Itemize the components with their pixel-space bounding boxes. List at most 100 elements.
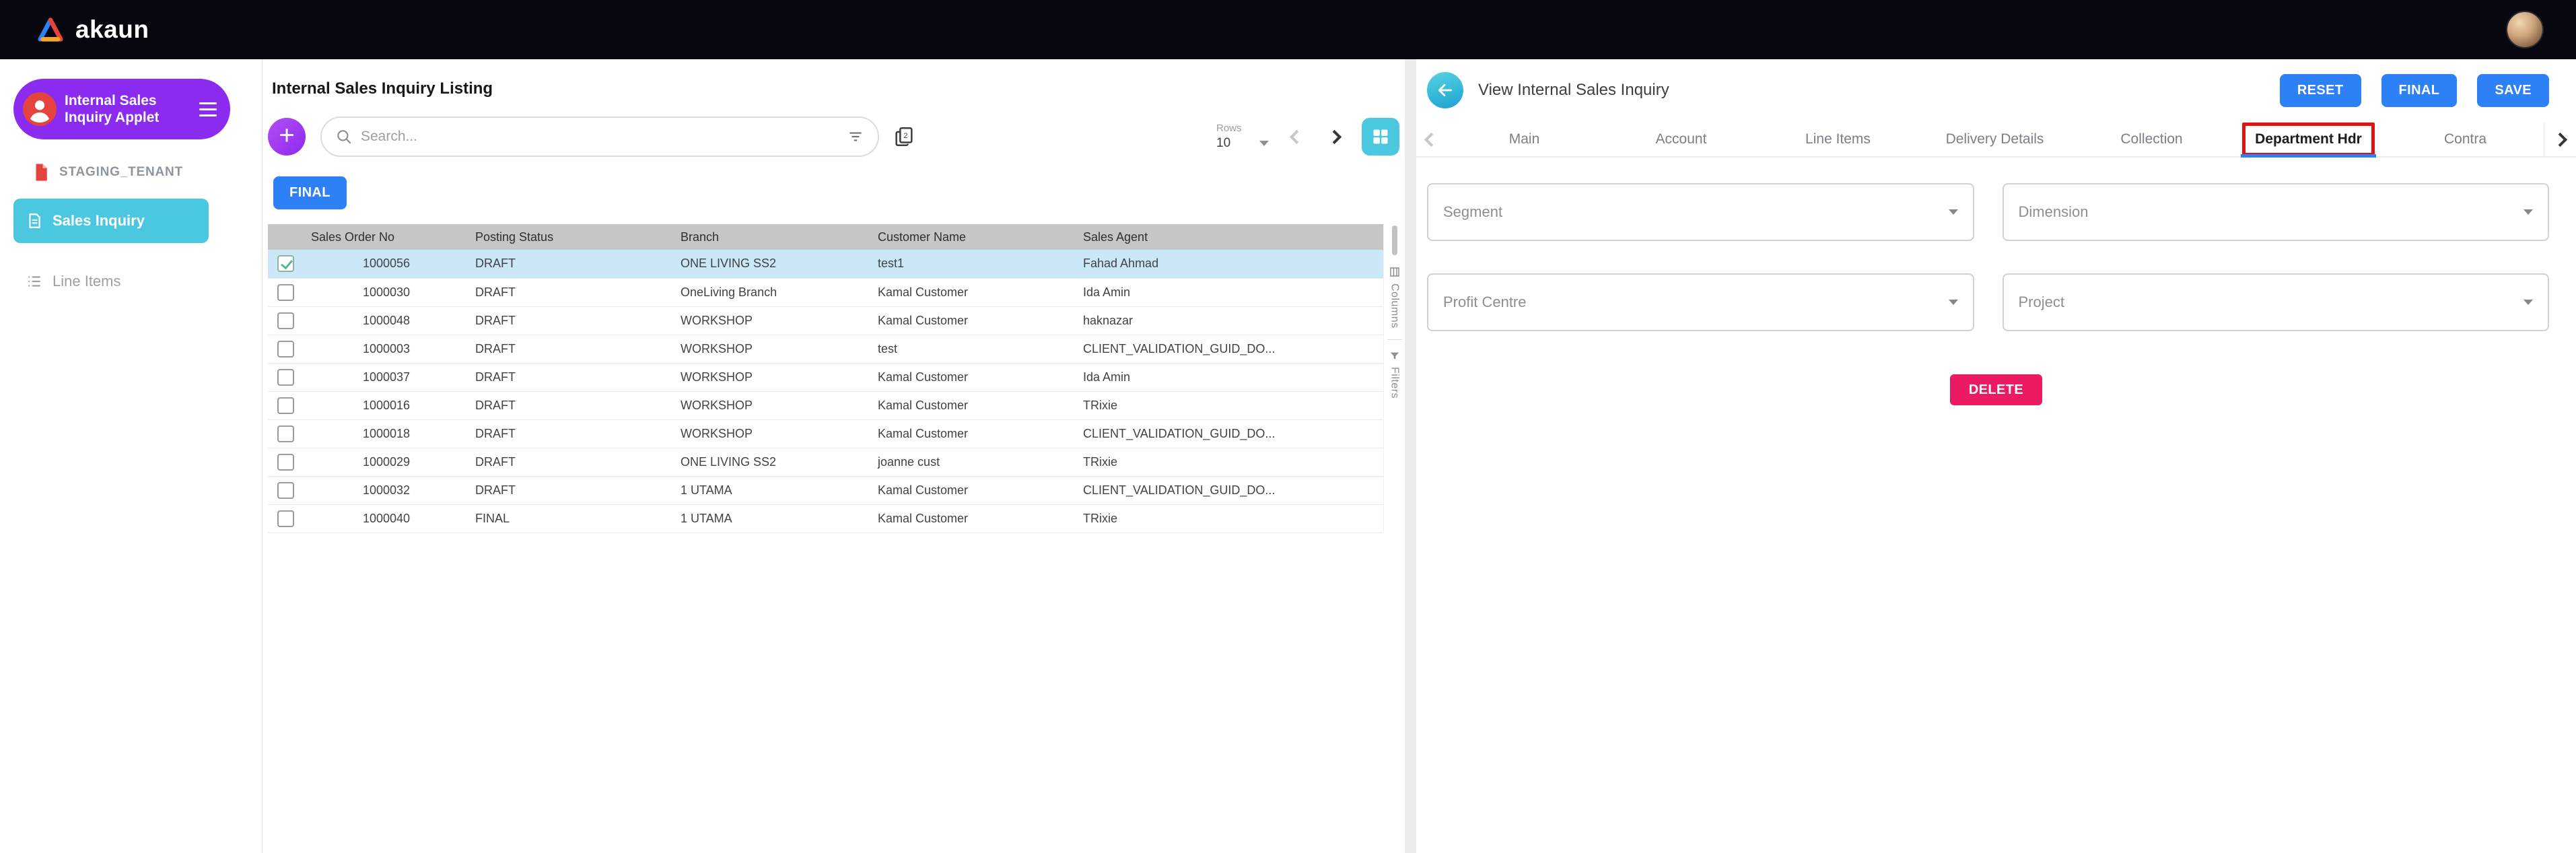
row-checkbox[interactable] [277, 425, 294, 442]
dropdown-caret-icon [2523, 209, 2533, 215]
tabs-scroll-right-button[interactable] [2544, 123, 2576, 156]
row-checkbox[interactable] [277, 255, 294, 272]
action-button[interactable]: SAVE [2477, 74, 2549, 107]
tabs-scroll-left-button[interactable] [1416, 123, 1446, 156]
select-field-label: Dimension [2019, 203, 2089, 221]
detail-tab[interactable]: Department Hdr [2230, 123, 2387, 156]
row-checkbox[interactable] [277, 284, 294, 301]
detail-actions: RESET FINAL SAVE [2280, 74, 2549, 107]
select-field[interactable]: Segment [1427, 183, 1974, 241]
select-field-label: Profit Centre [1443, 294, 1527, 311]
table-row[interactable]: 1000048 DRAFT WORKSHOP Kamal Customer ha… [268, 306, 1383, 335]
detail-tabbar: Main Account Line Items Delivery [1416, 123, 2576, 158]
tenant-row[interactable]: STAGING_TENANT [0, 162, 262, 182]
column-header-branch[interactable]: Branch [674, 224, 871, 250]
table-row[interactable]: 1000003 DRAFT WORKSHOP test CLIENT_VALID… [268, 335, 1383, 363]
detail-tab[interactable]: Collection [2073, 123, 2230, 156]
panel-divider [1405, 59, 1416, 853]
table-row[interactable]: 1000037 DRAFT WORKSHOP Kamal Customer Id… [268, 363, 1383, 391]
select-field[interactable]: Dimension [2003, 183, 2550, 241]
columns-tab[interactable]: Columns [1389, 263, 1401, 331]
filters-tab[interactable]: Filters [1389, 348, 1401, 401]
column-header-posting-status[interactable]: Posting Status [468, 224, 674, 250]
table-row[interactable]: 1000029 DRAFT ONE LIVING SS2 joanne cust… [268, 448, 1383, 476]
column-header-sales-order-no[interactable]: Sales Order No [304, 224, 468, 250]
detail-tab[interactable]: Delivery Details [1916, 123, 2073, 156]
table-row[interactable]: 1000056 DRAFT ONE LIVING SS2 test1 Fahad… [268, 250, 1383, 278]
column-header-sales-agent[interactable]: Sales Agent [1076, 224, 1383, 250]
cell-branch: WORKSHOP [674, 335, 871, 363]
collapse-menu-icon[interactable] [199, 102, 217, 116]
tenant-label: STAGING_TENANT [59, 165, 183, 180]
cell-customer-name: joanne cust [871, 448, 1076, 476]
select-field-label: Segment [1443, 203, 1502, 221]
column-header-customer-name[interactable]: Customer Name [871, 224, 1076, 250]
sidebar-item-sales-inquiry[interactable]: Sales Inquiry [13, 199, 209, 243]
cell-posting-status: DRAFT [468, 476, 674, 504]
cell-customer-name: Kamal Customer [871, 278, 1076, 306]
grid-view-button[interactable] [1362, 118, 1399, 156]
rows-label: Rows [1216, 123, 1269, 134]
cell-sales-order-no: 1000037 [304, 363, 468, 391]
table-row[interactable]: 1000016 DRAFT WORKSHOP Kamal Customer TR… [268, 391, 1383, 419]
row-checkbox[interactable] [277, 454, 294, 471]
cell-sales-order-no: 1000032 [304, 476, 468, 504]
filter-icon[interactable] [847, 128, 864, 145]
cell-customer-name: test [871, 335, 1076, 363]
table-row[interactable]: 1000030 DRAFT OneLiving Branch Kamal Cus… [268, 278, 1383, 306]
app-body: Internal Sales Inquiry Applet STAGING_TE… [0, 59, 2576, 853]
table-side-tabs: Columns Filters [1383, 224, 1405, 533]
select-field[interactable]: Profit Centre [1427, 273, 1974, 331]
cell-posting-status: FINAL [468, 504, 674, 533]
action-button[interactable]: RESET [2280, 74, 2361, 107]
back-button[interactable] [1427, 72, 1463, 108]
detail-tab[interactable]: Contra [2387, 123, 2544, 156]
cell-posting-status: DRAFT [468, 306, 674, 335]
rows-per-page-select[interactable]: Rows 10 [1216, 123, 1269, 151]
table-row[interactable]: 1000040 FINAL 1 UTAMA Kamal Customer TRi… [268, 504, 1383, 533]
cell-posting-status: DRAFT [468, 363, 674, 391]
row-checkbox[interactable] [277, 312, 294, 329]
scrollbar-thumb[interactable] [1392, 226, 1397, 255]
list-icon [26, 273, 43, 290]
next-page-button[interactable] [1324, 127, 1344, 147]
cell-customer-name: Kamal Customer [871, 504, 1076, 533]
search-input[interactable] [361, 129, 839, 145]
row-checkbox[interactable] [277, 482, 294, 499]
search-box[interactable] [320, 116, 879, 157]
detail-panel: View Internal Sales Inquiry RESET FINAL … [1416, 59, 2576, 853]
duplicate-page-icon[interactable]: 2 [893, 125, 915, 148]
detail-tab[interactable]: Account [1603, 123, 1760, 156]
table-header-row: Sales Order No Posting Status Branch Cus… [268, 224, 1383, 250]
row-checkbox[interactable] [277, 341, 294, 357]
user-avatar[interactable] [2506, 11, 2544, 48]
cell-sales-order-no: 1000030 [304, 278, 468, 306]
delete-button[interactable]: DELETE [1950, 374, 2042, 405]
add-record-button[interactable]: + [268, 118, 306, 156]
cell-customer-name: test1 [871, 250, 1076, 278]
row-checkbox[interactable] [277, 397, 294, 414]
row-checkbox[interactable] [277, 510, 294, 527]
row-checkbox[interactable] [277, 369, 294, 386]
table-row[interactable]: 1000018 DRAFT WORKSHOP Kamal Customer CL… [268, 419, 1383, 448]
final-filter-chip[interactable]: FINAL [273, 176, 347, 209]
applet-switcher[interactable]: Internal Sales Inquiry Applet [13, 79, 230, 139]
detail-tab[interactable]: Line Items [1760, 123, 1916, 156]
cell-sales-order-no: 1000003 [304, 335, 468, 363]
sidebar-item-line-items[interactable]: Line Items [13, 259, 209, 304]
sales-inquiry-table: Sales Order No Posting Status Branch Cus… [268, 224, 1383, 533]
cell-sales-order-no: 1000029 [304, 448, 468, 476]
document-icon [26, 212, 43, 230]
cell-posting-status: DRAFT [468, 278, 674, 306]
brand: akaun [35, 15, 149, 44]
prev-page-button[interactable] [1286, 127, 1307, 147]
cell-customer-name: Kamal Customer [871, 363, 1076, 391]
cell-sales-agent: TRixie [1076, 391, 1383, 419]
action-button[interactable]: FINAL [2381, 74, 2458, 107]
chevron-down-icon [1259, 141, 1269, 146]
cell-customer-name: Kamal Customer [871, 419, 1076, 448]
cell-sales-order-no: 1000056 [304, 250, 468, 278]
select-field[interactable]: Project [2003, 273, 2550, 331]
table-row[interactable]: 1000032 DRAFT 1 UTAMA Kamal Customer CLI… [268, 476, 1383, 504]
detail-tab[interactable]: Main [1446, 123, 1603, 156]
